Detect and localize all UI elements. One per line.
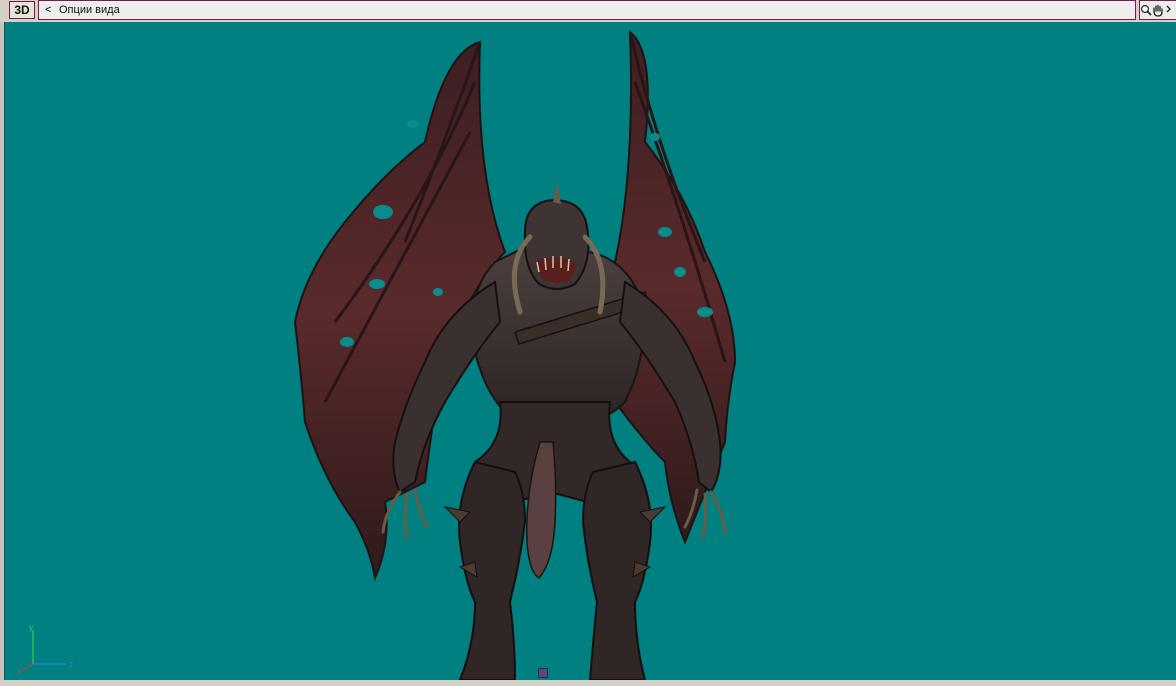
view-options-title: Опции вида	[59, 4, 120, 16]
axis-label-x: x	[17, 667, 21, 676]
app-window: 3D < Опции вида y z x	[0, 0, 1176, 686]
pan-hand-icon[interactable]	[1152, 2, 1164, 18]
view-mode-3d-button[interactable]: 3D	[9, 1, 35, 19]
axis-gizmo: y z x	[17, 624, 73, 676]
navigation-tools	[1139, 0, 1176, 20]
axis-label-z: z	[69, 660, 73, 669]
winged-demon-model	[293, 29, 737, 680]
more-tools-icon[interactable]	[1164, 2, 1176, 18]
back-chevron-icon[interactable]: <	[45, 4, 55, 16]
zoom-icon[interactable]	[1140, 2, 1152, 18]
viewport-bottom-border	[0, 680, 1176, 686]
viewport-toolbar: 3D < Опции вида	[0, 0, 1176, 22]
axis-label-y: y	[29, 624, 33, 632]
viewport-title-bar[interactable]: < Опции вида	[38, 0, 1136, 20]
pivot-marker[interactable]	[538, 668, 548, 678]
3d-viewport[interactable]: y z x	[4, 22, 1176, 680]
